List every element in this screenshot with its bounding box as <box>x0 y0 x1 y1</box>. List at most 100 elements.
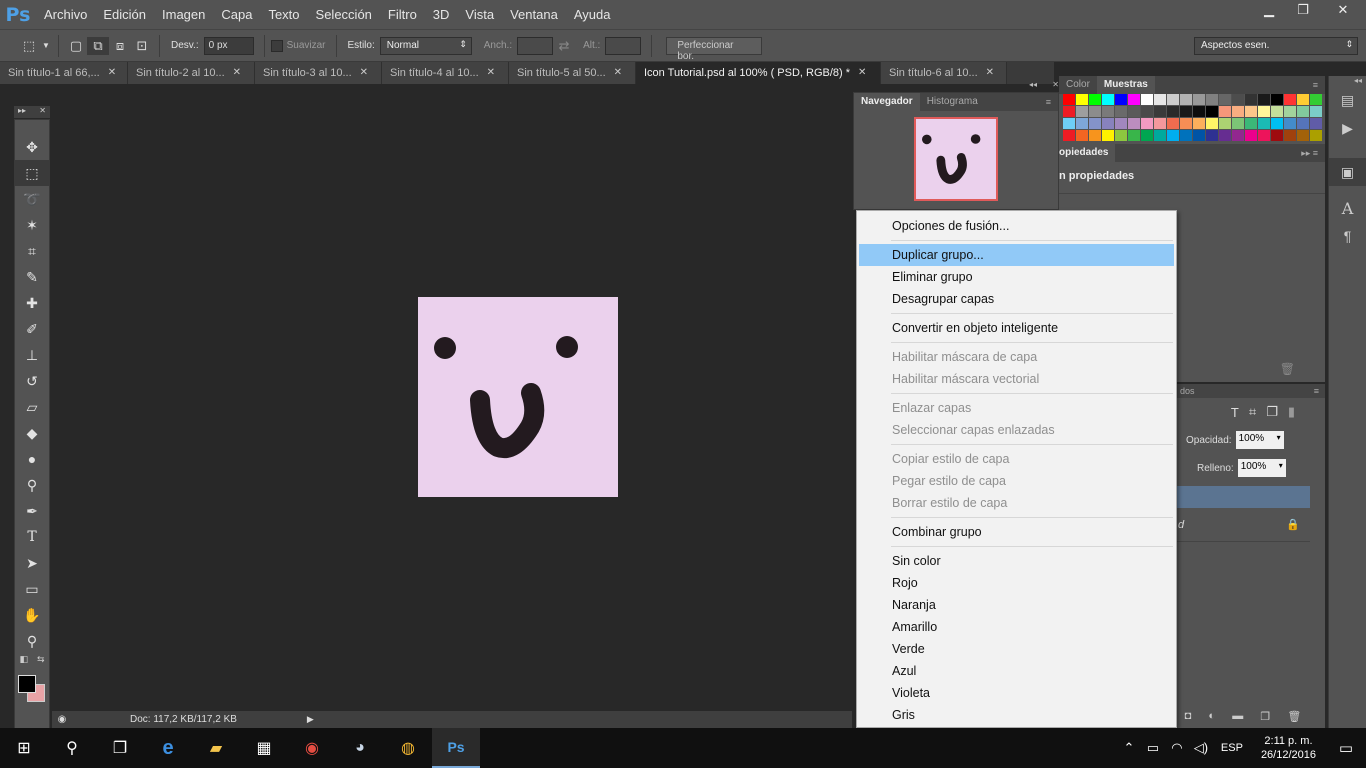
color-swatch[interactable] <box>1258 94 1270 105</box>
fill-input[interactable]: 100% ▾ <box>1237 459 1286 477</box>
color-swatch[interactable] <box>1063 130 1075 141</box>
color-swatch[interactable] <box>1089 106 1101 117</box>
chevron-down-icon[interactable]: ▾ <box>1279 461 1283 475</box>
close-icon[interactable]: ✕ <box>39 106 46 118</box>
color-swatch[interactable] <box>1141 118 1153 129</box>
search-icon[interactable]: ⚲ <box>48 728 96 768</box>
color-swatch[interactable] <box>1258 118 1270 129</box>
style-select[interactable]: Normal ⇕ <box>379 36 472 55</box>
folder-icon[interactable]: ▬ <box>1232 710 1243 726</box>
document-canvas[interactable] <box>418 297 618 497</box>
close-icon[interactable]: ✕ <box>360 62 368 84</box>
tab-color[interactable]: Color <box>1059 76 1097 94</box>
color-swatch[interactable] <box>1154 130 1166 141</box>
layer-row[interactable]: d 🔒 <box>1176 508 1310 542</box>
color-swatch[interactable] <box>1219 118 1231 129</box>
menu-item-combinar-grupo[interactable]: Combinar grupo <box>859 521 1174 543</box>
color-swatch[interactable] <box>1245 118 1257 129</box>
color-swatch[interactable] <box>1167 94 1179 105</box>
close-icon[interactable]: ✕ <box>986 62 994 84</box>
paragraph-icon[interactable]: ¶ <box>1329 222 1366 250</box>
color-swatch[interactable] <box>1115 130 1127 141</box>
layer-row-selected[interactable] <box>1176 486 1310 508</box>
intersect-selection-icon[interactable]: ⊡ <box>131 37 153 55</box>
close-icon[interactable]: ✕ <box>1052 80 1059 92</box>
eraser-icon[interactable]: ▱ <box>15 394 49 420</box>
color-swatch[interactable] <box>1310 106 1322 117</box>
color-swatch[interactable] <box>1271 118 1283 129</box>
color-swatch[interactable] <box>1102 94 1114 105</box>
filter-toggle-icon[interactable]: ▮ <box>1288 404 1295 420</box>
color-swatch[interactable] <box>1193 118 1205 129</box>
color-swatch[interactable] <box>1167 130 1179 141</box>
color-swatch[interactable] <box>1310 130 1322 141</box>
close-icon[interactable]: ✕ <box>858 62 866 84</box>
app-icon[interactable]: ◉ <box>288 728 336 768</box>
height-input[interactable] <box>605 36 642 55</box>
eyedropper-icon[interactable]: ✎ <box>15 264 49 290</box>
menu-texto[interactable]: Texto <box>260 0 307 29</box>
file-explorer-icon[interactable]: ▰ <box>192 728 240 768</box>
marquee-tool-icon[interactable]: ⬚ <box>15 160 49 186</box>
volume-icon[interactable]: ◁) <box>1189 740 1213 756</box>
hand-tool-icon[interactable]: ✋ <box>15 602 49 628</box>
foreground-color-swatch[interactable] <box>18 675 36 693</box>
move-tool-icon[interactable]: ✥ <box>15 134 49 160</box>
color-swatch[interactable] <box>1219 130 1231 141</box>
menu-ayuda[interactable]: Ayuda <box>566 0 619 29</box>
tab-muestras[interactable]: Muestras <box>1096 76 1155 94</box>
crop-tool-icon[interactable]: ⌗ <box>15 238 49 264</box>
task-view-icon[interactable]: ❐ <box>96 728 144 768</box>
properties-icon[interactable]: ▣ <box>1329 158 1366 186</box>
color-swatch[interactable] <box>1258 130 1270 141</box>
color-swatch[interactable] <box>1310 118 1322 129</box>
color-swatch[interactable] <box>1284 106 1296 117</box>
magic-wand-icon[interactable]: ✶ <box>15 212 49 238</box>
color-swatch[interactable] <box>1076 118 1088 129</box>
color-swatch[interactable] <box>1245 106 1257 117</box>
tab-sin-titulo-5[interactable]: Sin título-5 al 50... ✕ <box>509 62 636 84</box>
new-layer-icon[interactable]: ❐ <box>1260 710 1270 726</box>
color-swatch[interactable] <box>1258 106 1270 117</box>
menu-item-rojo[interactable]: Rojo <box>859 572 1174 594</box>
menu-item-gris[interactable]: Gris <box>859 704 1174 726</box>
photoshop-taskbar-icon[interactable]: Ps <box>432 728 480 768</box>
swap-colors-icon[interactable]: ⇆ <box>37 654 45 672</box>
close-icon[interactable]: ✕ <box>233 62 241 84</box>
edge-browser-icon[interactable]: e <box>144 728 192 768</box>
color-swatch[interactable] <box>1232 118 1244 129</box>
color-swatch[interactable] <box>1206 130 1218 141</box>
color-swatch[interactable] <box>1102 106 1114 117</box>
color-swatch[interactable] <box>1063 94 1075 105</box>
feather-input[interactable]: 0 px <box>203 36 254 55</box>
brush-tool-icon[interactable]: ✐ <box>15 316 49 342</box>
menu-edicion[interactable]: Edición <box>95 0 154 29</box>
menu-item-convertir-objeto[interactable]: Convertir en objeto inteligente <box>859 317 1174 339</box>
pen-tool-icon[interactable]: ✒ <box>15 498 49 524</box>
color-swatch[interactable] <box>1089 130 1101 141</box>
store-icon[interactable]: ▦ <box>240 728 288 768</box>
menu-item-azul[interactable]: Azul <box>859 660 1174 682</box>
swap-icon[interactable]: ⇄ <box>553 37 575 55</box>
tab-navegador[interactable]: Navegador <box>854 93 920 111</box>
color-swatch[interactable] <box>1297 106 1309 117</box>
color-swatch[interactable] <box>1297 130 1309 141</box>
color-swatch[interactable] <box>1089 118 1101 129</box>
tab-sin-titulo-4[interactable]: Sin título-4 al 10... ✕ <box>382 62 509 84</box>
color-swatch[interactable] <box>1232 94 1244 105</box>
play-icon[interactable]: ▶ <box>1329 114 1366 142</box>
status-menu-icon[interactable]: ◉ <box>54 714 70 725</box>
tab-sin-titulo-3[interactable]: Sin título-3 al 10... ✕ <box>255 62 382 84</box>
wifi-icon[interactable]: ◠ <box>1165 740 1189 756</box>
stamp-tool-icon[interactable]: ⊥ <box>15 342 49 368</box>
color-swatch[interactable] <box>1180 94 1192 105</box>
color-swatch[interactable] <box>1310 94 1322 105</box>
menu-item-sin-color[interactable]: Sin color <box>859 550 1174 572</box>
chrome-icon[interactable]: ◍ <box>384 728 432 768</box>
color-swatch[interactable] <box>1063 118 1075 129</box>
history-icon[interactable]: ▤ <box>1329 86 1366 114</box>
menu-item-opciones-fusion[interactable]: Opciones de fusión... <box>859 215 1174 237</box>
color-swatch[interactable] <box>1232 106 1244 117</box>
color-swatch[interactable] <box>1141 130 1153 141</box>
zoom-tool-icon[interactable]: ⚲ <box>15 628 49 654</box>
